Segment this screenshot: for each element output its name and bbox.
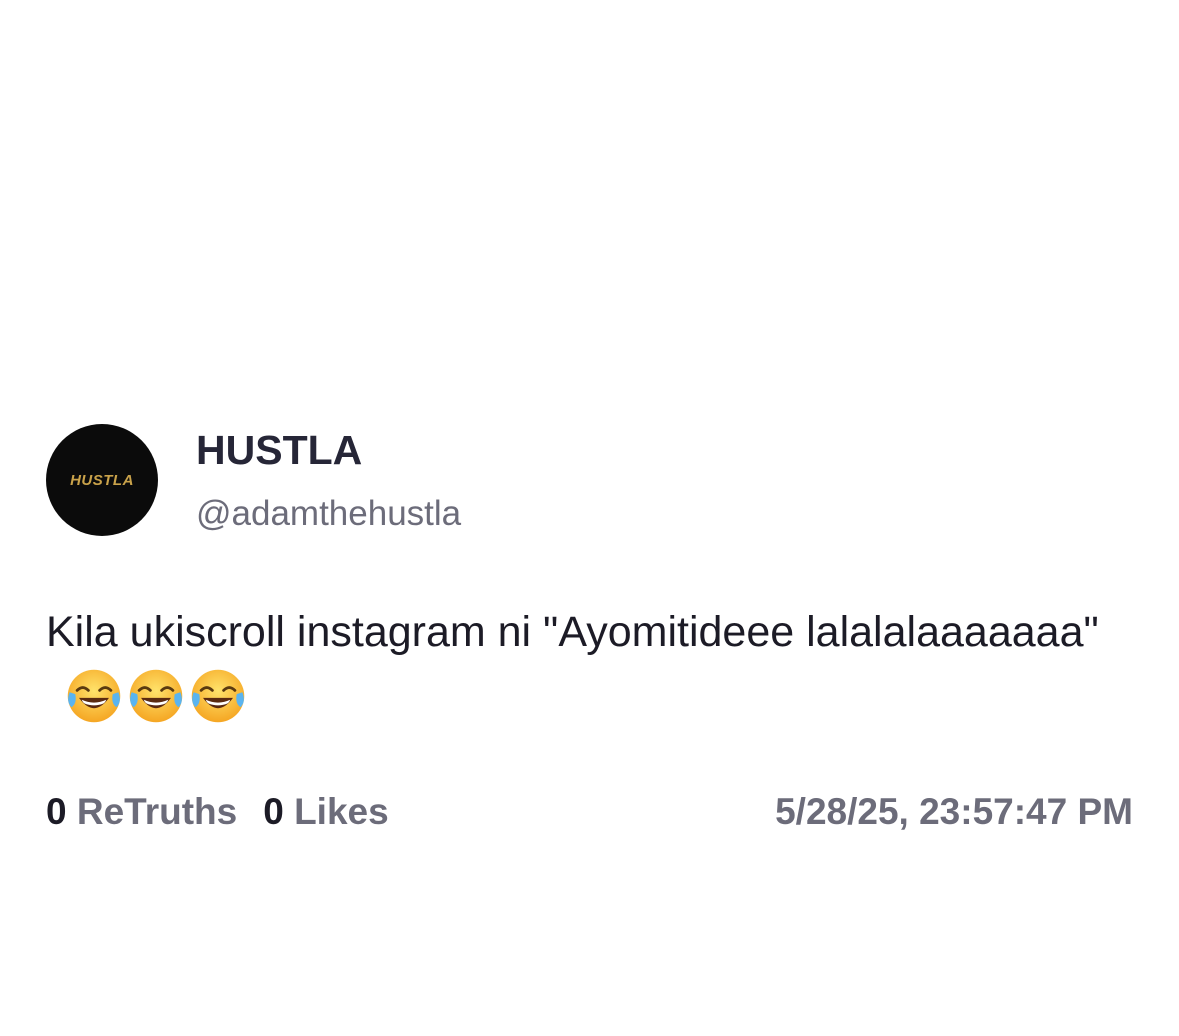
- user-handle[interactable]: @adamthehustla: [196, 490, 461, 538]
- likes-count: 0: [263, 791, 284, 832]
- post-body-text: Kila ukiscroll instagram ni "Ayomitideee…: [46, 608, 1099, 656]
- retruths-count: 0: [46, 791, 67, 832]
- avatar-logo-text: HUSTLA: [70, 471, 134, 489]
- likes-stat[interactable]: 0 Likes: [263, 788, 388, 836]
- post-timestamp: 5/28/25, 23:57:47 PM: [775, 791, 1133, 832]
- post-body: Kila ukiscroll instagram ni "Ayomitideee…: [46, 600, 1146, 728]
- face-with-tears-of-joy-icon: [129, 669, 183, 723]
- retruths-label: ReTruths: [76, 791, 238, 832]
- likes-label: Likes: [294, 791, 389, 832]
- post-stats: 0 ReTruths 0 Likes: [46, 788, 389, 836]
- display-name[interactable]: HUSTLA: [196, 424, 362, 476]
- retruths-stat[interactable]: 0 ReTruths: [46, 788, 237, 836]
- face-with-tears-of-joy-icon: [67, 669, 121, 723]
- avatar[interactable]: HUSTLA: [46, 424, 158, 536]
- face-with-tears-of-joy-icon: [191, 669, 245, 723]
- emoji-group: [64, 666, 248, 726]
- post-card: HUSTLA HUSTLA @adamthehustla Kila ukiscr…: [0, 0, 1179, 1036]
